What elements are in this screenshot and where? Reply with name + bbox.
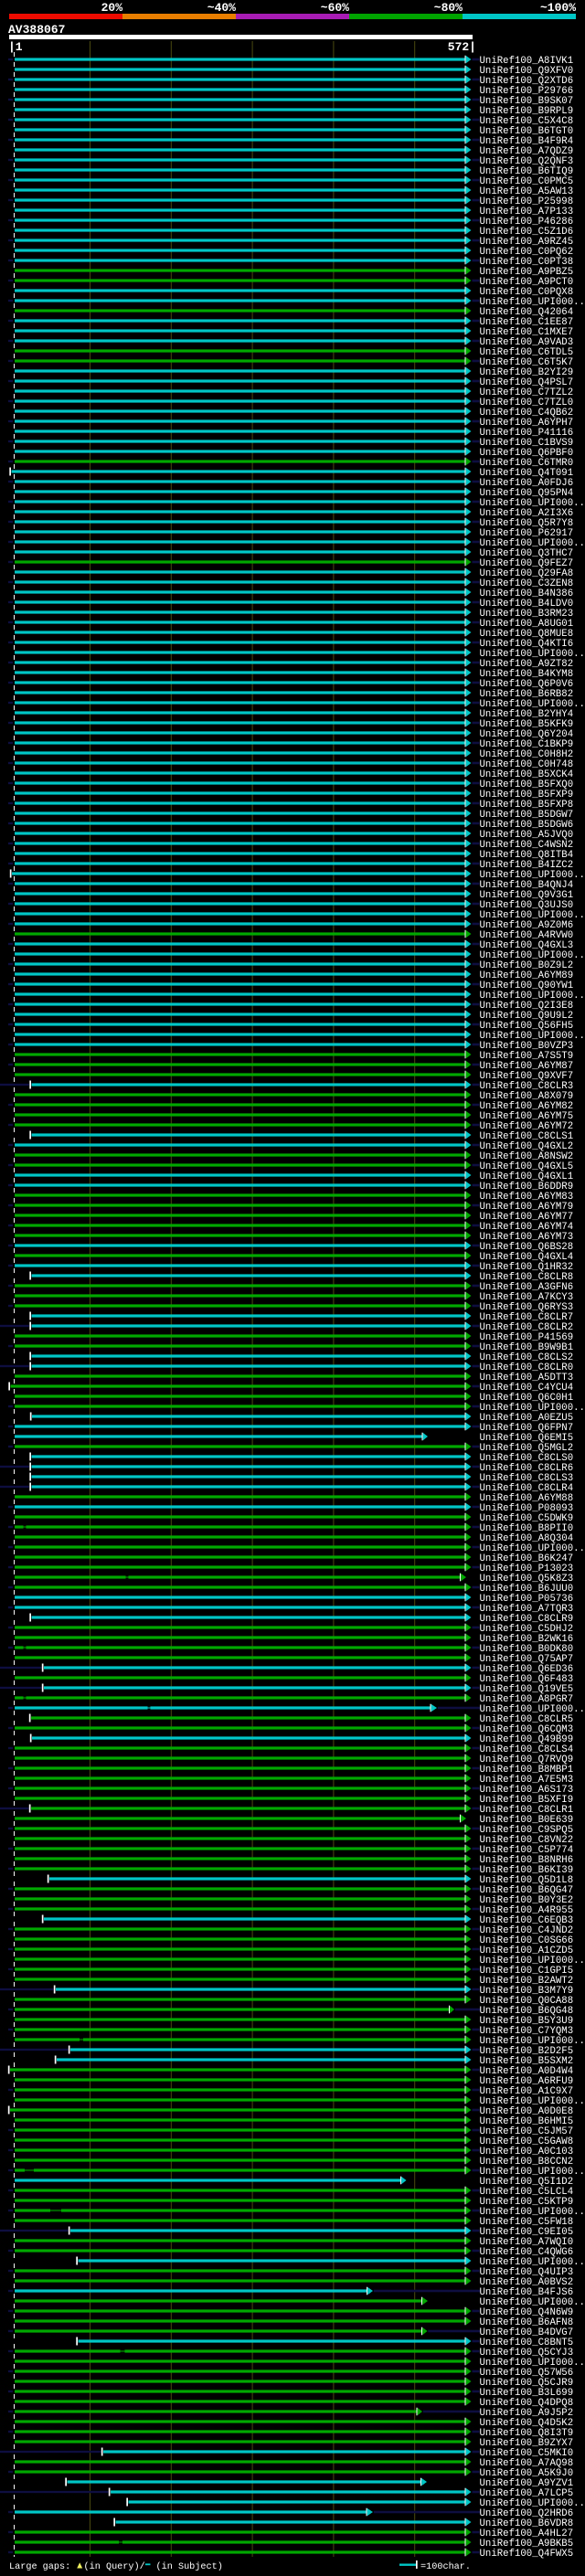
svg-text:(in Subject): (in Subject) [156, 2561, 223, 2572]
svg-text:Large gaps:: Large gaps: [9, 2562, 70, 2572]
svg-text:(in Query)/: (in Query)/ [84, 2561, 145, 2572]
svg-text:|1: |1 [8, 40, 23, 54]
svg-text:AV388067: AV388067 [8, 23, 65, 37]
svg-text:572|: 572| [448, 40, 476, 54]
svg-text:~100%: ~100% [540, 1, 576, 15]
svg-text:~80%: ~80% [434, 1, 463, 15]
svg-text:~40%: ~40% [207, 1, 236, 15]
svg-text:20%: 20% [101, 1, 123, 15]
svg-text:UniRef100_Q4FWX5: UniRef100_Q4FWX5 [480, 2549, 574, 2560]
svg-text:=100char.: =100char. [420, 2561, 471, 2572]
svg-text:~60%: ~60% [321, 1, 349, 15]
